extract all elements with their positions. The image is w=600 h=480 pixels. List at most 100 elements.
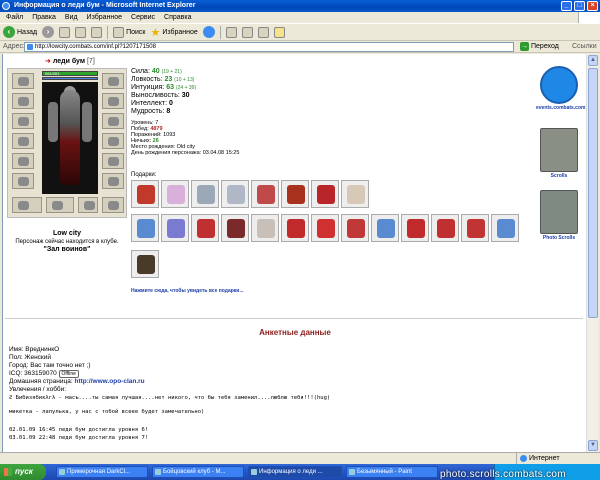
photo-scrolls-link[interactable]: Photo Scrolls <box>536 190 582 241</box>
start-button[interactable]: пуск <box>0 464 46 480</box>
gift-item[interactable] <box>191 180 219 208</box>
stat-row: Ловкость: 23 (10 + 13) <box>131 76 195 83</box>
menu-tools[interactable]: Сервис <box>131 12 155 23</box>
belt-slot[interactable] <box>12 153 34 169</box>
earrings-slot[interactable] <box>102 73 124 89</box>
weapon-slot[interactable] <box>12 113 34 129</box>
page-content: ➜ леди бум [7] 261/261 Low city Персонаж … <box>2 54 586 452</box>
gift-item[interactable] <box>431 214 459 242</box>
gift-item[interactable] <box>341 214 369 242</box>
gloves-slot[interactable] <box>12 173 34 189</box>
gift-item[interactable] <box>281 214 309 242</box>
watermark-text: photo.scrolls.combats.com <box>440 469 566 480</box>
menu-view[interactable]: Вид <box>65 12 78 23</box>
stop-button[interactable] <box>59 26 71 38</box>
profile-details: Имя: ВреднинкО Пол: Женский Город: Вас т… <box>9 346 569 442</box>
address-input[interactable]: http://lowcity.combats.com/inf.pl?120717… <box>24 42 514 52</box>
profile-hobby-line: Ƨ Бибизябикλгλ - масъ....ты самая лучшая… <box>9 395 331 401</box>
gift-item[interactable] <box>131 250 159 278</box>
gift-item[interactable] <box>251 180 279 208</box>
gift-item[interactable] <box>221 180 249 208</box>
gift-item[interactable] <box>401 214 429 242</box>
armor-slot[interactable] <box>12 133 34 149</box>
taskbar-item[interactable]: Бойцовский клуб - М... <box>152 466 244 478</box>
minimize-button[interactable]: _ <box>561 1 572 11</box>
profile-section-title: Анкетные данные <box>259 328 331 337</box>
favorites-button[interactable]: ★ Избранное <box>150 26 197 39</box>
gift-item[interactable] <box>311 180 339 208</box>
scroll-thumb[interactable] <box>588 68 598 318</box>
character-equipment-panel: 261/261 <box>7 68 127 218</box>
see-all-gifts-link[interactable]: Нажмите сюда, чтобы увидеть все подарки.… <box>131 288 244 294</box>
scroll-down-button[interactable]: ▼ <box>588 440 598 451</box>
links-button[interactable]: Ссылки <box>572 43 597 50</box>
gift-item[interactable] <box>311 214 339 242</box>
forward-button[interactable]: › <box>42 26 55 38</box>
profile-gender: Пол: Женский <box>9 354 52 361</box>
club-status: Персонаж сейчас находится в клубе. <box>15 239 119 245</box>
menu-help[interactable]: Справка <box>164 12 191 23</box>
helmet-slot[interactable] <box>12 73 34 89</box>
go-button[interactable]: → Переход <box>520 42 559 51</box>
taskbar-item[interactable]: Безымянный - Paint <box>346 466 438 478</box>
maximize-button[interactable]: □ <box>574 1 585 11</box>
toolbar: ‹ Назад › Поиск ★ Избранное <box>0 23 600 41</box>
gift-item[interactable] <box>461 214 489 242</box>
profile-homepage: Домашняя страница: http://www.opo-clan.r… <box>9 378 145 385</box>
close-button[interactable]: × <box>587 1 598 11</box>
gift-item[interactable] <box>491 214 519 242</box>
events-link[interactable]: events.combats.com <box>536 66 585 111</box>
print-button[interactable] <box>241 26 253 38</box>
refresh-button[interactable] <box>75 26 87 38</box>
ie-icon <box>2 2 10 10</box>
profile-hobby-label: Увлечения / хобби: <box>9 386 67 393</box>
homepage-link[interactable]: http://www.opo-clan.ru <box>74 378 144 385</box>
search-button[interactable]: Поиск <box>113 26 145 38</box>
gift-item[interactable] <box>131 214 159 242</box>
gift-item[interactable] <box>281 180 309 208</box>
folder-button[interactable] <box>273 26 285 38</box>
scrolls-link[interactable]: Scrolls <box>536 128 582 179</box>
gift-item[interactable] <box>191 214 219 242</box>
gift-item[interactable] <box>341 180 369 208</box>
scroll-up-button[interactable]: ▲ <box>588 55 598 66</box>
taskbar-item[interactable]: Примерочная DarkCl... <box>56 466 148 478</box>
level-log-line: 03.01.09 22:48 леди бум достигла уровня … <box>9 435 149 441</box>
boots-slot[interactable] <box>102 173 124 189</box>
toolbar-separator <box>107 25 109 39</box>
necklace-slot[interactable] <box>102 93 124 109</box>
profile-icq: ICQ: 363159070 Offline <box>9 370 569 378</box>
stat-row: Интуиция: 63 (24 + 39) <box>131 84 197 91</box>
shield-slot[interactable] <box>102 133 124 149</box>
window-title: Информация о леди бум - Microsoft Intern… <box>14 2 196 9</box>
menu-file[interactable]: Файл <box>6 12 23 23</box>
history-button[interactable] <box>202 26 215 38</box>
extra-slot[interactable] <box>46 197 74 213</box>
gift-item[interactable] <box>131 180 159 208</box>
gift-item[interactable] <box>161 180 189 208</box>
menu-favorites[interactable]: Избранное <box>87 12 122 23</box>
menu-edit[interactable]: Правка <box>32 12 56 23</box>
private-arrow-icon[interactable]: ➜ <box>45 58 51 65</box>
menu-bar: Файл Правка Вид Избранное Сервис Справка <box>0 12 600 23</box>
home-button[interactable] <box>91 26 103 38</box>
gift-item[interactable] <box>371 214 399 242</box>
character-name[interactable]: ➜ леди бум [7] <box>45 57 95 65</box>
gift-item[interactable] <box>251 214 279 242</box>
edit-button[interactable] <box>257 26 269 38</box>
extra-slot[interactable] <box>12 197 42 213</box>
vertical-scrollbar[interactable]: ▲ ▼ <box>586 54 598 452</box>
ring-slot[interactable] <box>102 113 124 129</box>
icq-status-badge: Offline <box>58 370 79 378</box>
gift-item[interactable] <box>161 214 189 242</box>
search-icon <box>113 26 125 38</box>
security-zone: Интернет <box>516 453 560 464</box>
extra-slot[interactable] <box>102 197 124 213</box>
gift-item[interactable] <box>221 214 249 242</box>
leggings-slot[interactable] <box>102 153 124 169</box>
mail-button[interactable] <box>225 26 237 38</box>
taskbar-item-active[interactable]: Информация о леди ... <box>248 466 342 478</box>
bracers-slot[interactable] <box>12 93 34 109</box>
extra-slot[interactable] <box>78 197 98 213</box>
back-button[interactable]: ‹ Назад <box>3 26 37 38</box>
